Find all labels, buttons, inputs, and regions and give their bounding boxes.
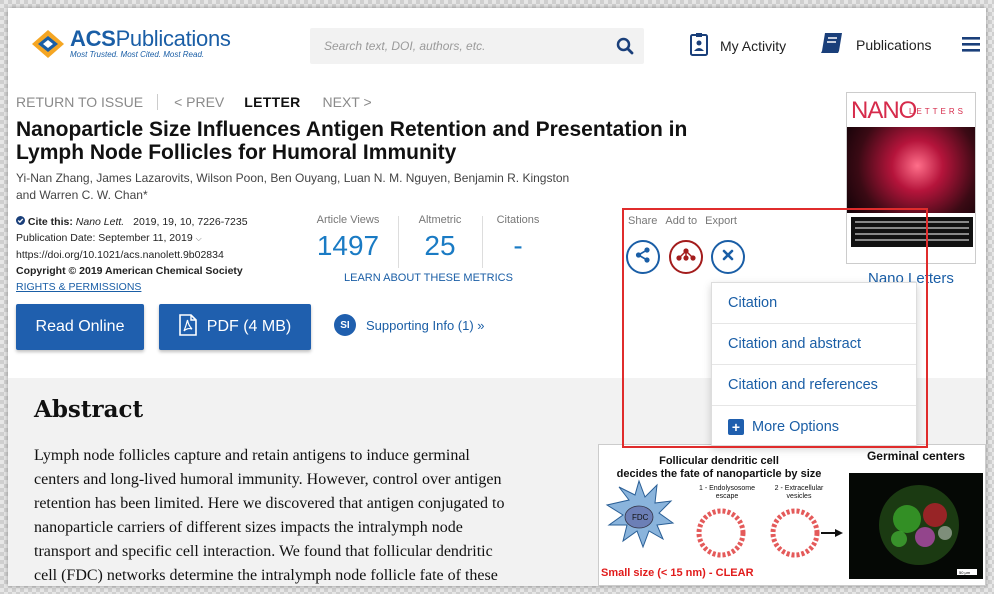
si-badge: SI — [334, 314, 356, 336]
search-icon[interactable] — [616, 37, 634, 60]
rights-permissions-link[interactable]: RIGHTS & PERMISSIONS — [16, 279, 248, 295]
nav-divider — [157, 94, 159, 110]
share-button[interactable] — [626, 240, 660, 274]
author-list[interactable]: Yi-Nan Zhang, James Lazarovits, Wilson P… — [16, 170, 626, 204]
abstract-text: Lymph node follicles capture and retain … — [34, 447, 505, 584]
publications-link[interactable]: Publications — [820, 32, 932, 57]
abstract-heading: Abstract — [34, 396, 144, 423]
altmetric-metric[interactable]: Altmetric 25 — [410, 214, 470, 262]
pdf-button[interactable]: PDF (4 MB) — [159, 304, 311, 350]
cover-footer — [847, 249, 975, 263]
menu-icon[interactable] — [962, 36, 980, 57]
publications-icon — [820, 32, 844, 57]
microscopy-image: 50 μm — [849, 473, 983, 579]
more-options[interactable]: + More Options — [712, 406, 916, 447]
supporting-info-link[interactable]: SI Supporting Info (1) » — [334, 314, 485, 336]
cover-title: NANO — [851, 97, 917, 124]
plus-icon: + — [728, 418, 744, 435]
add-to-button[interactable] — [669, 240, 703, 274]
acs-logo-icon — [30, 28, 66, 60]
views-metric: Article Views 1497 — [316, 214, 380, 261]
site-header: ACSPublications Most Trusted. Most Cited… — [8, 8, 986, 84]
article-nav: RETURN TO ISSUE < PREV LETTER NEXT > — [16, 94, 386, 110]
close-icon — [722, 248, 734, 266]
pdf-label: PDF (4 MB) — [206, 318, 292, 335]
logo-title: ACSPublications — [70, 26, 231, 51]
supporting-info-label: Supporting Info (1) » — [366, 317, 485, 333]
more-options-label: More Options — [752, 418, 840, 435]
next-link[interactable]: NEXT > — [323, 94, 372, 110]
my-activity-link[interactable]: My Activity — [690, 32, 786, 59]
share-icon — [634, 246, 652, 269]
toc-small-size-label: Small size (< 15 nm) - CLEAR — [601, 567, 754, 579]
pdf-icon — [178, 313, 197, 341]
export-citation-references[interactable]: Citation and references — [712, 365, 916, 406]
doi-link[interactable]: https://doi.org/10.1021/acs.nanolett.9b0… — [16, 247, 248, 263]
publication-date[interactable]: Publication Date: September 11, 2019 ⌵ — [16, 230, 248, 247]
toc-step1: 1 - Endolysosome escape — [698, 485, 756, 500]
acs-logo[interactable]: ACSPublications Most Trusted. Most Cited… — [30, 28, 231, 60]
export-dropdown: Citation Citation and abstract Citation … — [711, 282, 917, 446]
citations-metric: Citations - — [496, 214, 540, 261]
network-icon — [675, 247, 697, 268]
browser-page: ACSPublications Most Trusted. Most Cited… — [8, 8, 986, 586]
chevron-down-icon: ⌵ — [195, 234, 202, 243]
prev-link[interactable]: < PREV — [174, 94, 224, 110]
journal-cover[interactable]: NANO LETTERS — [846, 92, 976, 264]
cover-subtitle: LETTERS — [909, 107, 967, 116]
search-input[interactable]: Search text, DOI, authors, etc. — [310, 28, 644, 64]
my-activity-label: My Activity — [720, 37, 787, 54]
cover-image — [847, 127, 975, 213]
toc-germinal-title: Germinal centers — [866, 449, 966, 463]
citation-info: Cite this: Nano Lett. 2019, 19, 10, 7226… — [16, 214, 248, 295]
metric-divider — [398, 216, 399, 268]
article-title: Nanoparticle Size Influences Antigen Ret… — [16, 118, 688, 164]
export-citation-abstract[interactable]: Citation and abstract — [712, 324, 916, 365]
toc-step2: 2 - Extracellular vesicles — [774, 485, 824, 500]
article-type: LETTER — [244, 94, 301, 110]
copyright: Copyright © 2019 American Chemical Socie… — [16, 265, 243, 277]
svg-text:FDC: FDC — [632, 513, 649, 522]
return-to-issue-link[interactable]: RETURN TO ISSUE — [16, 94, 143, 110]
cite-this[interactable]: Cite this: Nano Lett. 2019, 19, 10, 7226… — [16, 214, 248, 230]
export-button[interactable] — [711, 240, 745, 274]
logo-tagline: Most Trusted. Most Cited. Most Read. — [70, 50, 205, 59]
publications-label: Publications — [856, 36, 932, 53]
activity-icon — [690, 32, 708, 59]
export-citation[interactable]: Citation — [712, 283, 916, 324]
check-icon — [16, 216, 28, 228]
toc-graphic[interactable]: Follicular dendritic cell decides the fa… — [598, 444, 986, 586]
read-online-button[interactable]: Read Online — [16, 304, 144, 350]
tools-labels: Share Add to Export — [628, 215, 737, 227]
search-placeholder: Search text, DOI, authors, etc. — [324, 39, 486, 53]
svg-text:50 μm: 50 μm — [959, 570, 971, 575]
cover-text-block — [851, 217, 973, 247]
metric-divider — [482, 216, 483, 268]
learn-metrics-link[interactable]: LEARN ABOUT THESE METRICS — [344, 272, 513, 284]
